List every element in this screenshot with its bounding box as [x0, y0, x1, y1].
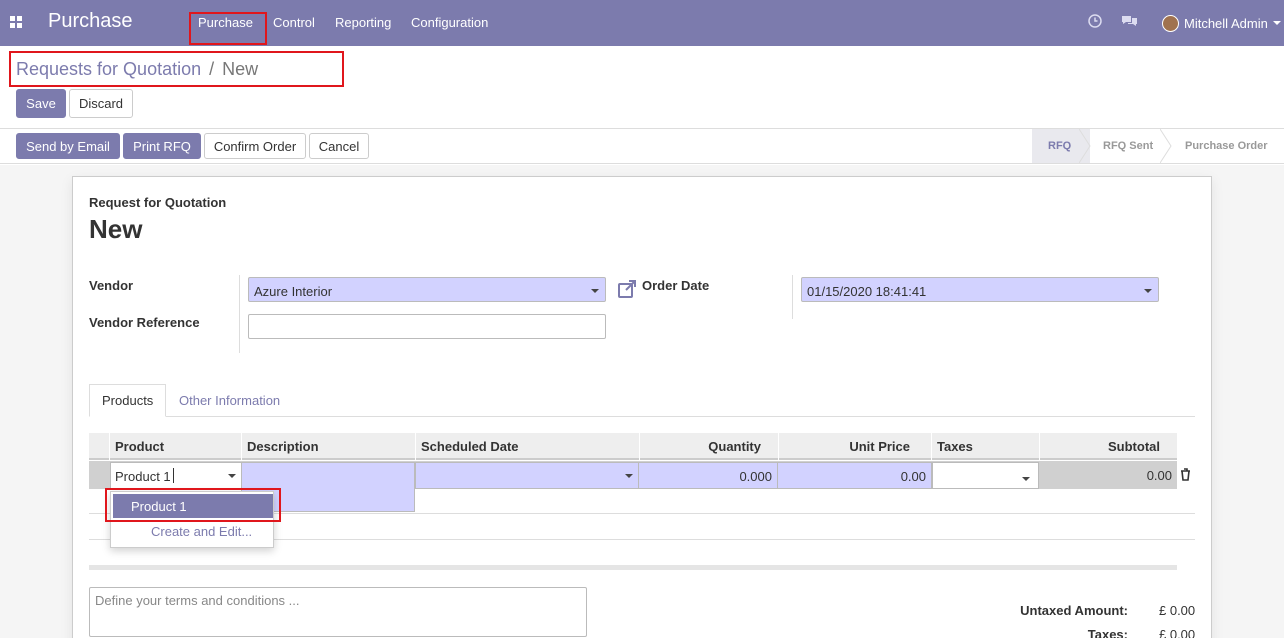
- avatar: [1162, 14, 1179, 32]
- products-table-header: Product Description Scheduled Date Quant…: [89, 433, 1177, 460]
- apps-grid-icon[interactable]: [10, 16, 23, 29]
- chat-icon[interactable]: [1121, 14, 1138, 28]
- header-quantity[interactable]: Quantity: [639, 433, 766, 460]
- field-divider: [239, 275, 240, 353]
- vendor-field[interactable]: Azure Interior: [248, 277, 606, 302]
- order-date-field[interactable]: 01/15/2020 18:41:41: [801, 277, 1159, 302]
- tab-other-information[interactable]: Other Information: [167, 384, 292, 417]
- untaxed-amount-label: Untaxed Amount:: [1020, 603, 1128, 618]
- confirm-order-button[interactable]: Confirm Order: [204, 133, 306, 159]
- chevron-down-icon[interactable]: [625, 474, 633, 478]
- tab-products[interactable]: Products: [89, 384, 167, 417]
- save-button[interactable]: Save: [16, 89, 66, 118]
- vendor-value: Azure Interior: [254, 284, 333, 299]
- chevron-down-icon[interactable]: [1144, 289, 1152, 293]
- taxes-value: £ 0.00: [1159, 627, 1196, 638]
- order-date-label: Order Date: [642, 278, 710, 293]
- chevron-down-icon[interactable]: [1022, 477, 1030, 481]
- highlight-purchase-menu: [189, 12, 267, 45]
- cancel-button[interactable]: Cancel: [309, 133, 369, 159]
- chevron-down-icon[interactable]: [228, 474, 236, 478]
- taxes-cell-input[interactable]: [932, 462, 1039, 489]
- header-unit-price[interactable]: Unit Price: [778, 433, 915, 460]
- chevron-down-icon[interactable]: [591, 289, 599, 293]
- taxes-label: Taxes:: [1087, 627, 1128, 638]
- header-scheduled-date[interactable]: Scheduled Date: [415, 433, 639, 460]
- field-divider: [792, 275, 793, 319]
- user-menu[interactable]: Mitchell Admin: [1162, 13, 1281, 33]
- external-link-icon[interactable]: [618, 280, 637, 298]
- chevron-down-icon: [1272, 21, 1281, 25]
- vendor-reference-field[interactable]: [248, 314, 606, 339]
- order-date-value: 01/15/2020 18:41:41: [807, 284, 927, 299]
- vendor-reference-label: Vendor Reference: [89, 315, 200, 330]
- menu-reporting[interactable]: Reporting: [335, 15, 391, 30]
- stage-rfq-sent[interactable]: RFQ Sent: [1103, 129, 1153, 163]
- quantity-cell-input[interactable]: 0.000: [638, 462, 778, 489]
- stage-purchase-order[interactable]: Purchase Order: [1185, 129, 1268, 163]
- trash-icon[interactable]: [1180, 468, 1191, 481]
- header-description[interactable]: Description: [241, 433, 415, 460]
- highlight-breadcrumb: [9, 51, 344, 87]
- menu-control[interactable]: Control: [273, 15, 315, 30]
- header-subtotal[interactable]: Subtotal: [1039, 433, 1165, 460]
- autocomplete-create-and-edit[interactable]: Create and Edit...: [151, 524, 252, 539]
- subtotal-cell-value: 0.00: [1146, 468, 1172, 483]
- text-cursor: [173, 468, 174, 483]
- scheduled-date-cell-input[interactable]: [415, 462, 639, 489]
- untaxed-amount-value: £ 0.00: [1159, 603, 1196, 618]
- quantity-cell-value: 0.000: [739, 469, 772, 484]
- app-brand[interactable]: Purchase: [48, 10, 133, 33]
- header-product[interactable]: Product: [109, 433, 241, 460]
- header-taxes[interactable]: Taxes: [931, 433, 1039, 460]
- vendor-label: Vendor: [89, 278, 134, 293]
- clock-icon[interactable]: [1088, 14, 1102, 28]
- form-statusbar: Send by Email Print RFQ Confirm Order Ca…: [0, 128, 1284, 164]
- stage-arrow-icon: [1160, 129, 1172, 163]
- table-footer: [89, 565, 1177, 570]
- unit-price-cell-input[interactable]: 0.00: [777, 462, 932, 489]
- product-cell-input[interactable]: Product 1: [110, 462, 242, 489]
- unit-price-cell-value: 0.00: [900, 469, 926, 484]
- product-cell-value: Product 1: [115, 469, 171, 484]
- discard-button[interactable]: Discard: [69, 89, 133, 118]
- send-by-email-button[interactable]: Send by Email: [16, 133, 120, 159]
- form-subtitle: Request for Quotation: [89, 195, 227, 210]
- stage-arrow-icon: [1079, 129, 1091, 163]
- menu-configuration[interactable]: Configuration: [411, 15, 488, 30]
- user-name: Mitchell Admin: [1184, 15, 1268, 31]
- form-title: New: [89, 214, 143, 244]
- print-rfq-button[interactable]: Print RFQ: [123, 133, 201, 159]
- highlight-product-option: [105, 488, 281, 522]
- terms-and-conditions-field[interactable]: Define your terms and conditions ...: [89, 587, 587, 637]
